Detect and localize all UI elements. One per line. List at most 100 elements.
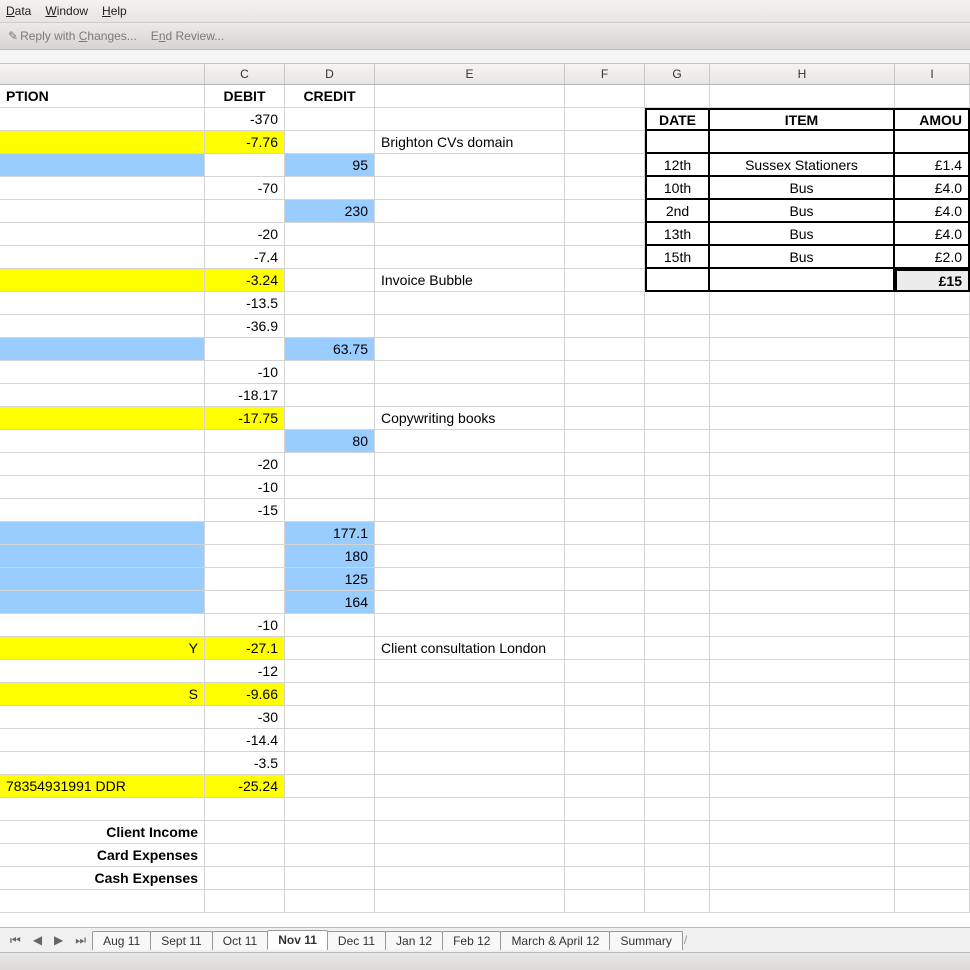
sheet-tab[interactable]: Sept 11 bbox=[150, 931, 212, 950]
cell[interactable] bbox=[565, 177, 645, 200]
col-f-header[interactable]: F bbox=[565, 64, 645, 84]
cell[interactable] bbox=[565, 545, 645, 568]
col-e-header[interactable]: E bbox=[375, 64, 565, 84]
reply-changes-button[interactable]: ✎Reply with Changes... bbox=[8, 29, 137, 43]
cell-credit[interactable] bbox=[285, 108, 375, 131]
cell-credit[interactable] bbox=[285, 177, 375, 200]
cell[interactable] bbox=[565, 269, 645, 292]
cell-debit[interactable] bbox=[205, 591, 285, 614]
cell-date[interactable] bbox=[645, 637, 710, 660]
cell-item[interactable] bbox=[710, 683, 895, 706]
cell-date[interactable] bbox=[645, 729, 710, 752]
cell-description[interactable] bbox=[0, 269, 205, 292]
cell-amount[interactable] bbox=[895, 591, 970, 614]
cell-description[interactable]: 78354931991 DDR bbox=[0, 775, 205, 798]
cell-description[interactable] bbox=[0, 660, 205, 683]
cell-credit[interactable]: 164 bbox=[285, 591, 375, 614]
cell-debit[interactable]: -18.17 bbox=[205, 384, 285, 407]
cell[interactable] bbox=[565, 476, 645, 499]
cell-date[interactable] bbox=[645, 499, 710, 522]
cell-amount[interactable] bbox=[895, 775, 970, 798]
cell-date[interactable] bbox=[645, 614, 710, 637]
cell-note[interactable] bbox=[375, 706, 565, 729]
cell[interactable] bbox=[565, 660, 645, 683]
cell-description[interactable] bbox=[0, 522, 205, 545]
cell-debit[interactable]: -27.1 bbox=[205, 637, 285, 660]
cell-amount[interactable]: £4.0 bbox=[895, 177, 970, 200]
cell-date[interactable] bbox=[645, 752, 710, 775]
cell-note[interactable]: Brighton CVs domain bbox=[375, 131, 565, 154]
cell[interactable] bbox=[565, 430, 645, 453]
sheet-tab[interactable]: Feb 12 bbox=[442, 931, 501, 950]
cell-item[interactable] bbox=[710, 798, 895, 821]
cell-amount[interactable] bbox=[895, 890, 970, 913]
cell-credit[interactable]: 230 bbox=[285, 200, 375, 223]
cell-date[interactable] bbox=[645, 890, 710, 913]
cell-credit[interactable]: 95 bbox=[285, 154, 375, 177]
cell-debit[interactable]: -17.75 bbox=[205, 407, 285, 430]
cell-description[interactable] bbox=[0, 407, 205, 430]
cell-date[interactable] bbox=[645, 384, 710, 407]
cell-description[interactable] bbox=[0, 752, 205, 775]
cell-amount[interactable]: £15 bbox=[895, 269, 970, 292]
cell-description[interactable] bbox=[0, 798, 205, 821]
cell-note[interactable] bbox=[375, 453, 565, 476]
cell-date[interactable] bbox=[645, 706, 710, 729]
cell-amount[interactable] bbox=[895, 430, 970, 453]
cell-item[interactable]: Bus bbox=[710, 177, 895, 200]
cell-description[interactable] bbox=[0, 568, 205, 591]
cell-item[interactable] bbox=[710, 361, 895, 384]
cell-amount[interactable] bbox=[895, 453, 970, 476]
cell-amount[interactable] bbox=[895, 683, 970, 706]
cell[interactable] bbox=[565, 85, 645, 108]
cell-credit[interactable] bbox=[285, 844, 375, 867]
cell-note[interactable] bbox=[375, 798, 565, 821]
cell-debit[interactable] bbox=[205, 844, 285, 867]
cell-amount[interactable]: £4.0 bbox=[895, 223, 970, 246]
cell[interactable] bbox=[565, 315, 645, 338]
cell-credit[interactable] bbox=[285, 637, 375, 660]
cell-amount[interactable] bbox=[895, 614, 970, 637]
cell-credit[interactable] bbox=[285, 407, 375, 430]
cell-note[interactable] bbox=[375, 683, 565, 706]
cell-description[interactable] bbox=[0, 591, 205, 614]
sheet-tab[interactable]: Jan 12 bbox=[385, 931, 443, 950]
menu-help[interactable]: Help bbox=[102, 4, 127, 18]
cell-description[interactable]: S bbox=[0, 683, 205, 706]
cell-note[interactable] bbox=[375, 660, 565, 683]
tab-nav-next[interactable]: ▶ bbox=[48, 933, 69, 947]
header-credit[interactable]: CREDIT bbox=[285, 85, 375, 108]
cell-item[interactable] bbox=[710, 476, 895, 499]
cell-note[interactable] bbox=[375, 568, 565, 591]
cell-note[interactable]: Client consultation London bbox=[375, 637, 565, 660]
cell-item[interactable] bbox=[710, 453, 895, 476]
cell[interactable] bbox=[565, 499, 645, 522]
cell-amount[interactable] bbox=[895, 407, 970, 430]
cell-description[interactable] bbox=[0, 246, 205, 269]
col-h-header[interactable]: H bbox=[710, 64, 895, 84]
cell[interactable] bbox=[565, 223, 645, 246]
cell-debit[interactable]: -7.76 bbox=[205, 131, 285, 154]
cell-description[interactable] bbox=[0, 476, 205, 499]
cell-amount[interactable] bbox=[895, 338, 970, 361]
cell-credit[interactable]: 125 bbox=[285, 568, 375, 591]
cell-description[interactable] bbox=[0, 315, 205, 338]
col-b-header[interactable] bbox=[0, 64, 205, 84]
cell-date[interactable] bbox=[645, 453, 710, 476]
cell-description[interactable] bbox=[0, 384, 205, 407]
cell-debit[interactable] bbox=[205, 890, 285, 913]
cell-note[interactable] bbox=[375, 522, 565, 545]
cell-amount[interactable]: AMOU bbox=[895, 108, 970, 131]
cell-note[interactable] bbox=[375, 752, 565, 775]
cell-debit[interactable] bbox=[205, 568, 285, 591]
cell[interactable] bbox=[565, 338, 645, 361]
cell-description[interactable] bbox=[0, 108, 205, 131]
header-description[interactable]: PTION bbox=[0, 85, 205, 108]
cell-amount[interactable] bbox=[895, 821, 970, 844]
cell[interactable] bbox=[565, 775, 645, 798]
col-c-header[interactable]: C bbox=[205, 64, 285, 84]
cell-credit[interactable] bbox=[285, 775, 375, 798]
cell[interactable] bbox=[565, 522, 645, 545]
cell-item[interactable] bbox=[710, 407, 895, 430]
cell-date[interactable] bbox=[645, 131, 710, 154]
